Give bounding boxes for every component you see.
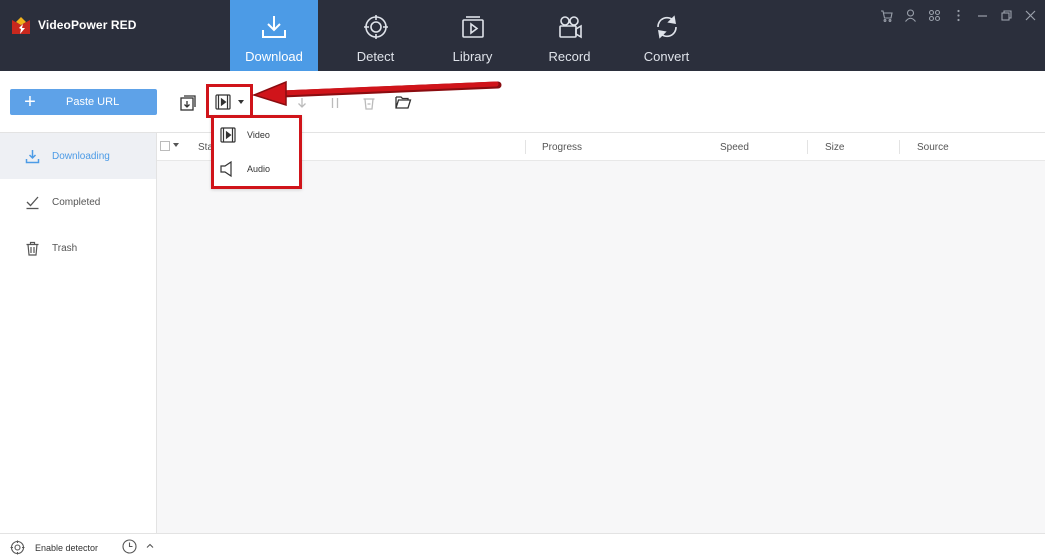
enable-detector-label: Enable detector [35,543,99,553]
restore-icon[interactable] [999,8,1013,22]
column-divider [807,140,808,154]
sidebar-item-label: Downloading [52,150,110,162]
tab-download[interactable]: Download [230,0,318,71]
sidebar-item-completed[interactable]: Completed [0,179,156,225]
chevron-down-icon[interactable] [173,143,179,147]
tab-convert[interactable]: Convert [618,0,715,71]
column-divider [899,140,900,154]
trash-icon [24,240,40,256]
tab-library[interactable]: Library [424,0,521,71]
clock-icon [122,539,138,555]
tab-detect[interactable]: Detect [327,0,424,71]
column-divider [525,140,526,154]
column-speed[interactable]: Speed [720,142,749,153]
record-icon [555,12,585,42]
library-icon [458,12,488,42]
chevron-up-icon[interactable] [146,542,154,552]
detect-icon [361,12,391,42]
toolbar: + Paste URL [0,71,1045,133]
column-size[interactable]: Size [825,142,844,153]
video-file-icon [219,126,237,144]
sidebar: Downloading Completed Trash [0,133,157,533]
annotation-arrow [251,80,502,106]
user-icon[interactable] [903,8,917,22]
videopower-logo-icon [10,14,32,36]
status-bar: Enable detector [0,533,1045,559]
main-nav: Download Detect Library Record Convert [230,0,715,71]
download-list: Sta Progress Speed Size Source [157,133,1045,533]
menu-item-audio[interactable]: Audio [214,152,299,186]
title-bar: VideoPower RED Download Detect Library R… [0,0,1045,71]
menu-item-label: Video [247,130,270,140]
plus-icon: + [24,91,36,113]
schedule-button[interactable] [122,539,154,555]
batch-download-icon[interactable] [178,93,198,113]
speaker-icon [219,160,237,178]
download-arrow-icon [24,148,40,164]
download-type-menu: Video Audio [211,115,302,189]
app-logo: VideoPower RED [10,14,137,36]
cart-icon[interactable] [879,8,893,22]
check-icon [24,194,40,210]
sidebar-item-trash[interactable]: Trash [0,225,156,271]
app-title: VideoPower RED [38,18,137,32]
close-icon[interactable] [1023,8,1037,22]
minimize-icon[interactable] [975,8,989,22]
sidebar-item-label: Completed [52,196,101,208]
more-icon[interactable] [951,8,965,22]
download-icon [259,12,289,42]
menu-item-label: Audio [247,164,271,174]
detector-icon [10,540,26,556]
settings-icon[interactable] [927,8,941,22]
window-controls [879,8,1037,22]
highlight-box [206,84,253,118]
column-progress[interactable]: Progress [542,142,582,153]
column-source[interactable]: Source [917,142,949,153]
sidebar-item-downloading[interactable]: Downloading [0,133,156,179]
select-all-checkbox[interactable] [160,141,170,151]
sidebar-item-label: Trash [52,242,78,254]
menu-item-video[interactable]: Video [214,118,299,152]
tab-record[interactable]: Record [521,0,618,71]
paste-url-button[interactable]: + Paste URL [10,89,157,115]
enable-detector-toggle[interactable]: Enable detector [10,540,98,556]
convert-icon [652,12,682,42]
